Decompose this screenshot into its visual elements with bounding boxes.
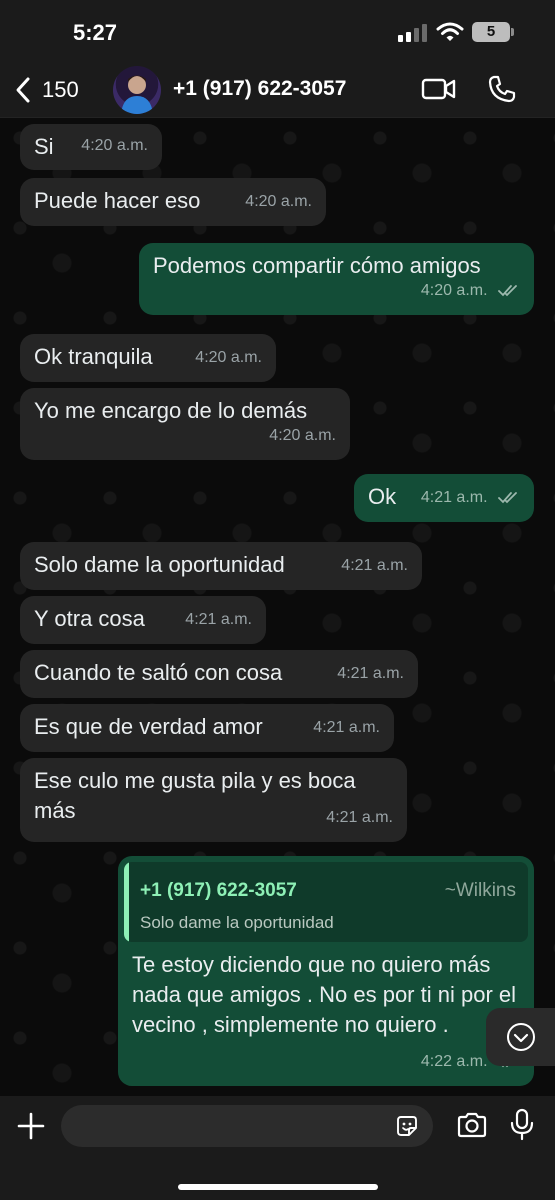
message-text: Te estoy diciendo que no quiero más nada…	[132, 952, 517, 1037]
back-button[interactable]: 150	[14, 72, 79, 108]
video-camera-icon[interactable]	[421, 75, 457, 103]
message-time: 4:20 a.m.	[81, 137, 148, 154]
outgoing-message[interactable]: Podemos compartir cómo amigos 4:20 a.m.	[139, 243, 534, 315]
phone-icon[interactable]	[487, 74, 517, 104]
input-bar	[0, 1096, 555, 1200]
message-input[interactable]	[75, 1105, 385, 1147]
incoming-message[interactable]: Si 4:20 a.m.	[20, 124, 162, 170]
battery-icon: 5	[472, 22, 510, 42]
double-check-icon	[498, 284, 517, 297]
status-bar: 5:27 5	[0, 0, 555, 62]
quoted-text: Solo dame la oportunidad	[140, 913, 334, 932]
avatar[interactable]	[113, 66, 161, 114]
wifi-icon	[436, 22, 464, 41]
message-time: 4:21 a.m.	[326, 809, 393, 826]
incoming-message[interactable]: Y otra cosa 4:21 a.m.	[20, 596, 266, 644]
unread-count: 150	[42, 77, 79, 102]
message-time: 4:20 a.m.	[269, 427, 336, 444]
quote-accent-bar	[124, 862, 129, 942]
message-time: 4:22 a.m.	[420, 1053, 488, 1070]
message-time: 4:21 a.m.	[420, 489, 488, 506]
avatar-image	[121, 75, 153, 114]
message-time: 4:20 a.m.	[420, 282, 488, 299]
incoming-message[interactable]: Solo dame la oportunidad 4:21 a.m.	[20, 542, 422, 590]
outgoing-message[interactable]: Ok 4:21 a.m.	[354, 474, 534, 522]
message-list[interactable]: Si 4:20 a.m. Puede hacer eso 4:20 a.m. P…	[0, 118, 555, 1096]
incoming-message[interactable]: Puede hacer eso 4:20 a.m.	[20, 178, 326, 226]
message-time-status: 4:21 a.m.	[421, 483, 520, 513]
incoming-message[interactable]: Ok tranquila 4:20 a.m.	[20, 334, 276, 382]
message-time: 4:21 a.m.	[341, 557, 408, 574]
message-time: 4:21 a.m.	[337, 665, 404, 682]
chevron-down-icon	[506, 1023, 535, 1051]
message-time: 4:21 a.m.	[313, 719, 380, 736]
incoming-message[interactable]: Cuando te saltó con cosa 4:21 a.m.	[20, 650, 418, 698]
chat-header: 150 +1 (917) 622-3057	[0, 62, 555, 118]
incoming-message[interactable]: Es que de verdad amor 4:21 a.m.	[20, 704, 394, 752]
scroll-to-bottom-button[interactable]	[486, 1008, 555, 1066]
message-time: 4:20 a.m.	[245, 193, 312, 210]
battery-level: 5	[486, 23, 496, 40]
message-composer[interactable]	[61, 1105, 433, 1147]
outgoing-reply-message[interactable]: +1 (917) 622-3057 ~Wilkins Solo dame la …	[118, 856, 534, 1086]
message-time: 4:20 a.m.	[195, 349, 262, 366]
quoted-alias: ~Wilkins	[444, 880, 516, 901]
sticker-icon[interactable]	[395, 1114, 419, 1138]
contact-name[interactable]: +1 (917) 622-3057	[173, 77, 346, 101]
quoted-message[interactable]: +1 (917) 622-3057 ~Wilkins Solo dame la …	[124, 862, 528, 942]
double-check-icon	[498, 491, 517, 504]
camera-icon[interactable]	[456, 1111, 488, 1139]
cellular-signal-icon	[398, 24, 428, 42]
microphone-icon[interactable]	[509, 1108, 535, 1142]
incoming-message[interactable]: Yo me encargo de lo demás 4:20 a.m.	[20, 388, 350, 460]
message-time-status: 4:20 a.m.	[421, 276, 520, 306]
battery-cap	[511, 28, 514, 36]
plus-icon[interactable]	[16, 1111, 46, 1141]
status-time: 5:27	[73, 20, 118, 45]
quoted-sender: +1 (917) 622-3057	[140, 880, 297, 901]
incoming-message[interactable]: Ese culo me gusta pila y es boca más 4:2…	[20, 758, 407, 842]
home-indicator[interactable]	[178, 1184, 378, 1190]
chevron-left-icon	[16, 77, 30, 103]
message-time: 4:21 a.m.	[185, 611, 252, 628]
